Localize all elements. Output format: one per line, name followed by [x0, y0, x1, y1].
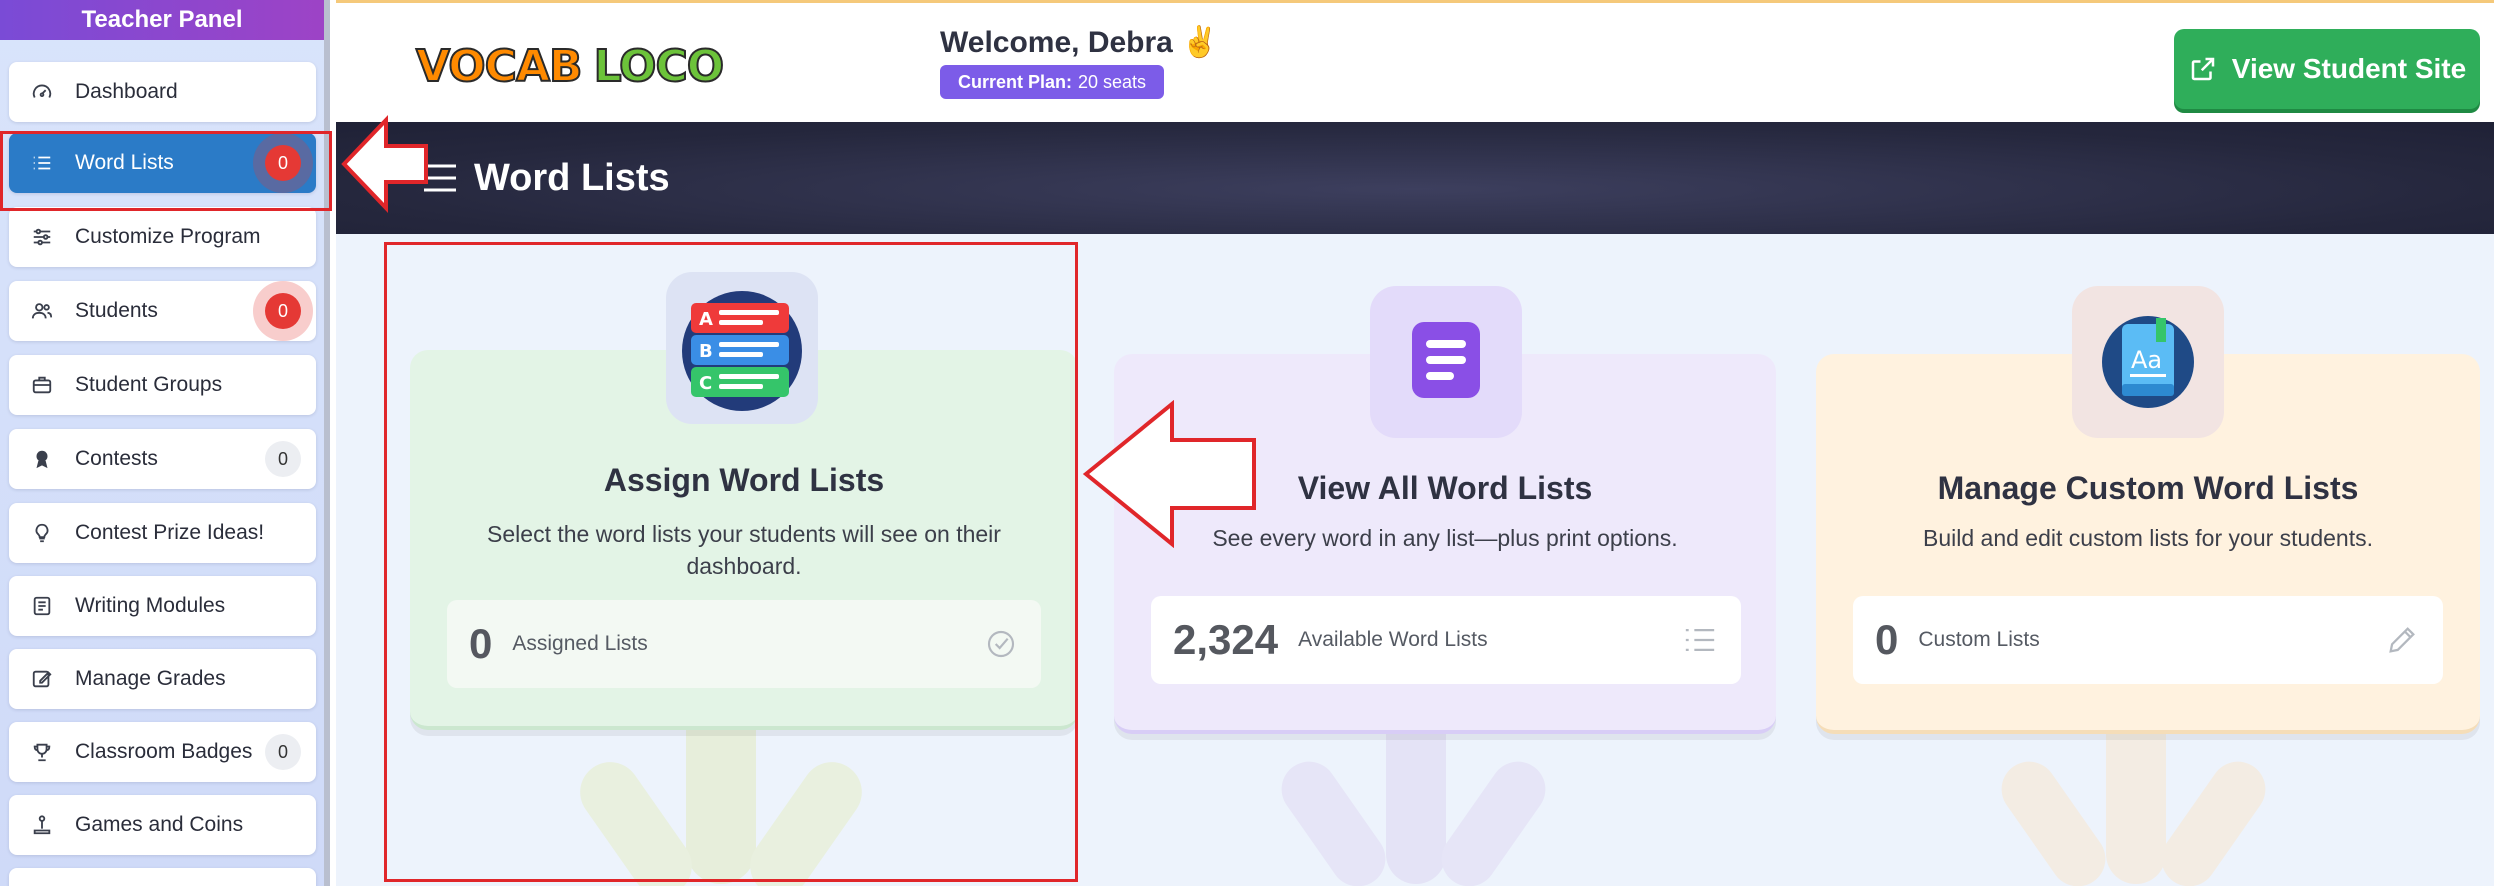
- external-link-icon: [2188, 54, 2218, 84]
- document-icon: [29, 593, 55, 619]
- card-description: Build and edit custom lists for your stu…: [1923, 525, 2373, 551]
- sidebar-item-label: Contests: [75, 447, 158, 470]
- sidebar-item-label: Manage Grades: [75, 667, 226, 690]
- sidebar-header: Teacher Panel: [0, 0, 324, 40]
- sidebar-item-dashboard[interactable]: Dashboard: [9, 62, 316, 122]
- sidebar-item-label: Student Groups: [75, 373, 223, 396]
- sidebar-item-manage-grades[interactable]: Manage Grades: [9, 649, 316, 709]
- view-student-site-button[interactable]: View Student Site: [2174, 29, 2480, 109]
- sidebar-item-label: Word Lists: [75, 151, 174, 174]
- sidebar-item-contests[interactable]: Contests 0: [9, 429, 316, 489]
- sidebar-item-label: Students: [75, 299, 158, 322]
- main-content: A B C Assign Word Lists Select the word …: [336, 234, 2494, 886]
- logo-word: VOCAB: [415, 40, 584, 93]
- sidebar-item-label: Writing Modules: [75, 594, 226, 617]
- svg-text:Aa: Aa: [2131, 346, 2162, 374]
- card-description: Select the word lists your students will…: [487, 521, 1001, 579]
- plan-value: 20 seats: [1078, 71, 1147, 92]
- lightbulb-icon: [29, 520, 55, 546]
- gauge-icon: [29, 79, 55, 105]
- sidebar-item-student-groups[interactable]: Student Groups: [9, 355, 316, 415]
- menu-icon[interactable]: [420, 160, 460, 196]
- trophy-icon: [29, 739, 55, 765]
- manage-custom-word-lists-card[interactable]: Aa Manage Custom Word Lists Build and ed…: [1816, 286, 2480, 734]
- count-badge: 0: [265, 293, 301, 329]
- svg-text:A: A: [699, 309, 713, 330]
- assign-word-lists-card[interactable]: A B C Assign Word Lists Select the word …: [410, 272, 1078, 730]
- sidebar-item-games-and-coins[interactable]: Games and Coins: [9, 795, 316, 855]
- svg-text:C: C: [699, 373, 712, 394]
- joystick-icon: [29, 812, 55, 838]
- count-badge: 0: [265, 145, 301, 181]
- stat-box: 0 Custom Lists: [1853, 596, 2443, 684]
- page-header: Word Lists: [336, 122, 2494, 234]
- sidebar-item-customize-program[interactable]: Customize Program: [9, 207, 316, 267]
- top-bar: VOCAB LOCO Welcome, Debra ✌️ Current Plan…: [336, 0, 2494, 122]
- svg-text:B: B: [699, 341, 713, 362]
- sidebar: Teacher Panel Dashboard Word Lists 0 Cus…: [0, 0, 330, 886]
- edit-icon: [29, 666, 55, 692]
- list-icon: [29, 150, 55, 176]
- card-icon-container: Aa: [2072, 286, 2224, 438]
- sidebar-item-label: Contest Prize Ideas!: [75, 521, 265, 544]
- dictionary-book-icon: Aa: [2098, 310, 2198, 415]
- check-circle-icon: [985, 628, 1017, 660]
- sidebar-item-classroom-badges[interactable]: Classroom Badges 0: [9, 722, 316, 782]
- stat-value: 2,324: [1173, 616, 1279, 663]
- stat-label: Available Word Lists: [1298, 628, 1488, 651]
- sidebar-item-more[interactable]: [9, 868, 316, 886]
- stat-box: 0 Assigned Lists: [447, 600, 1041, 688]
- sidebar-item-label: Classroom Badges: [75, 740, 253, 763]
- card-icon-container: A B C: [666, 272, 818, 424]
- briefcase-icon: [29, 372, 55, 398]
- card-description: See every word in any list—plus print op…: [1212, 525, 1678, 551]
- count-badge: 0: [265, 441, 301, 477]
- welcome-message: Welcome, Debra ✌️: [940, 26, 1219, 59]
- card-title: Assign Word Lists: [603, 462, 885, 498]
- card-title: Manage Custom Word Lists: [1937, 470, 2359, 506]
- plan-badge: Current Plan: 20 seats: [940, 65, 1165, 99]
- card-icon-container: [1370, 286, 1522, 438]
- plan-label: Current Plan:: [958, 71, 1073, 92]
- sidebar-item-students[interactable]: Students 0: [9, 281, 316, 341]
- vocab-loco-logo[interactable]: VOCAB LOCO: [415, 40, 726, 93]
- pencil-icon: [2385, 623, 2419, 657]
- document-icon: [1410, 320, 1482, 405]
- sliders-icon: [29, 224, 55, 250]
- sidebar-item-contest-prize-ideas[interactable]: Contest Prize Ideas!: [9, 503, 316, 563]
- stat-value: 0: [1875, 616, 1899, 663]
- sidebar-item-label: Customize Program: [75, 225, 261, 248]
- award-icon: [29, 446, 55, 472]
- count-badge: 0: [265, 734, 301, 770]
- stat-label: Custom Lists: [1918, 628, 2040, 651]
- stacked-lists-icon: A B C: [675, 279, 809, 418]
- users-icon: [29, 298, 55, 324]
- button-label: View Student Site: [2231, 53, 2467, 84]
- sidebar-item-label: Dashboard: [75, 80, 178, 103]
- sidebar-item-label: Games and Coins: [75, 813, 244, 836]
- page-title: Word Lists: [474, 156, 670, 199]
- stat-label: Assigned Lists: [512, 632, 648, 655]
- card-title: View All Word Lists: [1297, 470, 1593, 506]
- stat-box: 2,324 Available Word Lists: [1151, 596, 1741, 684]
- sidebar-item-writing-modules[interactable]: Writing Modules: [9, 576, 316, 636]
- sidebar-item-word-lists[interactable]: Word Lists 0: [9, 133, 316, 193]
- stat-value: 0: [469, 620, 493, 667]
- logo-word: LOCO: [593, 40, 726, 93]
- list-icon: [1683, 625, 1717, 655]
- view-all-word-lists-card[interactable]: View All Word Lists See every word in an…: [1114, 286, 1776, 734]
